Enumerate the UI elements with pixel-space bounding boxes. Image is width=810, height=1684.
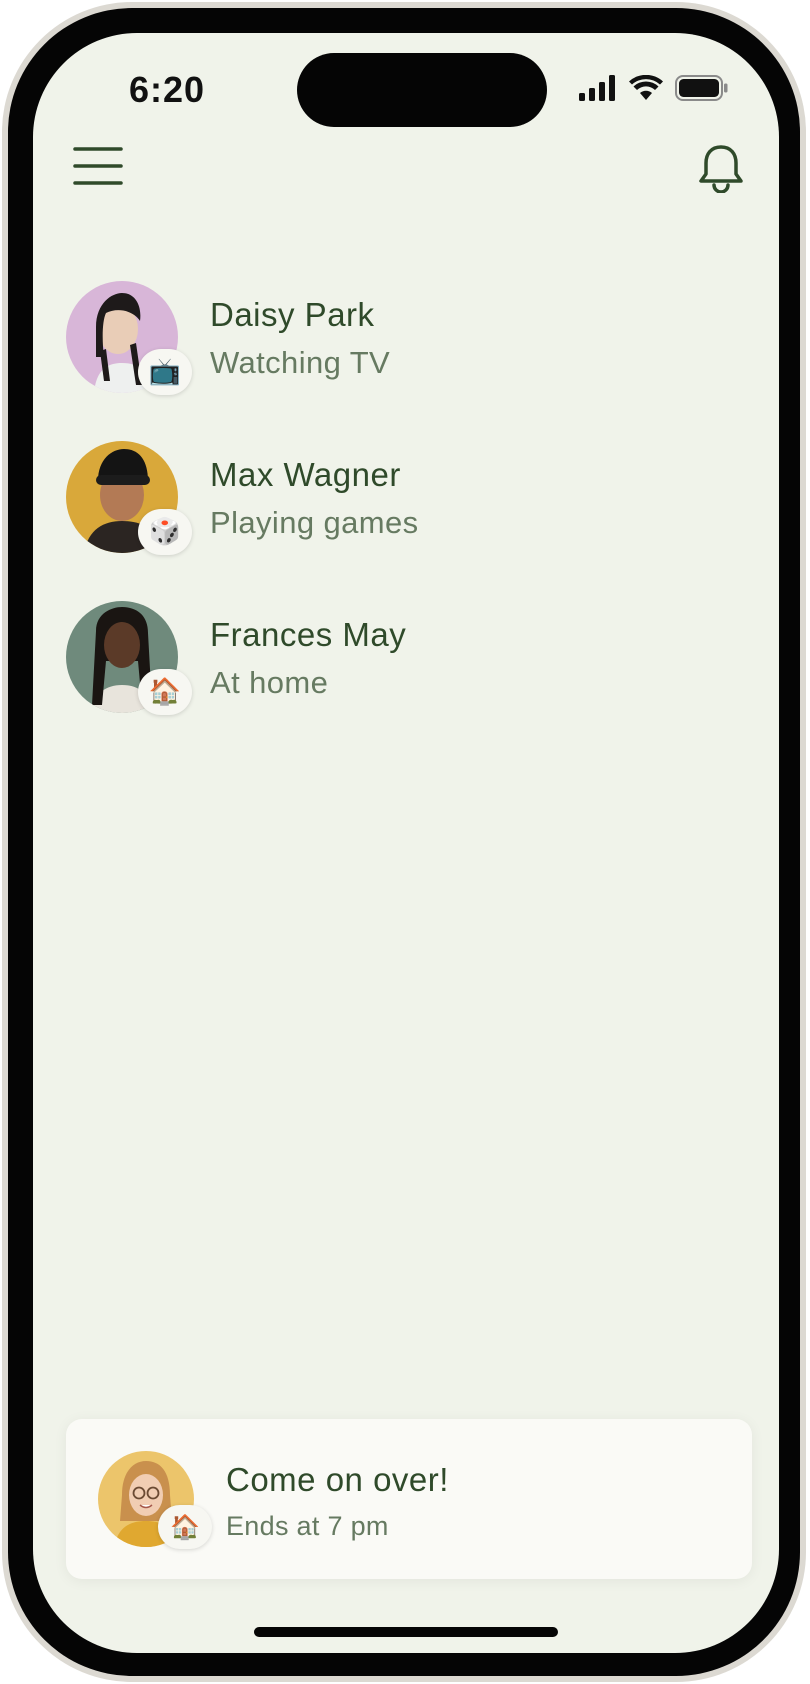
bell-icon xyxy=(699,145,743,194)
status-time: 6:20 xyxy=(129,69,206,110)
invite-emoji-house-icon: 🏠 xyxy=(158,1505,212,1549)
menu-button[interactable] xyxy=(73,145,123,187)
home-indicator[interactable] xyxy=(254,1627,558,1637)
app-screen: 6:20 📺 Daisy Park Watching TV 🎲 Max Wagn… xyxy=(33,33,779,1653)
status-emoji-dice-icon: 🎲 xyxy=(138,509,192,555)
notifications-button[interactable] xyxy=(697,143,745,194)
contact-status: Playing games xyxy=(210,505,419,540)
contact-list: 📺 Daisy Park Watching TV 🎲 Max Wagner Pl… xyxy=(66,281,739,761)
dynamic-island xyxy=(297,53,547,127)
status-emoji-house-icon: 🏠 xyxy=(138,669,192,715)
cellular-signal-icon xyxy=(579,75,615,101)
contact-item-frances-may[interactable]: 🏠 Frances May At home xyxy=(66,601,739,715)
contact-name: Daisy Park xyxy=(210,296,375,333)
contact-status: Watching TV xyxy=(210,345,391,380)
status-icons xyxy=(579,75,729,101)
contact-status: At home xyxy=(210,665,329,700)
contact-name: Max Wagner xyxy=(210,456,401,493)
contact-item-daisy-park[interactable]: 📺 Daisy Park Watching TV xyxy=(66,281,739,395)
contact-name: Frances May xyxy=(210,616,407,653)
invite-title: Come on over! xyxy=(226,1461,449,1498)
wifi-icon xyxy=(629,75,663,100)
contact-item-max-wagner[interactable]: 🎲 Max Wagner Playing games xyxy=(66,441,739,555)
status-emoji-tv-icon: 📺 xyxy=(138,349,192,395)
battery-icon xyxy=(675,75,728,101)
hamburger-menu-icon xyxy=(73,147,123,185)
invite-subtitle: Ends at 7 pm xyxy=(226,1511,389,1541)
invite-card[interactable]: 🏠 Come on over! Ends at 7 pm xyxy=(66,1419,752,1579)
